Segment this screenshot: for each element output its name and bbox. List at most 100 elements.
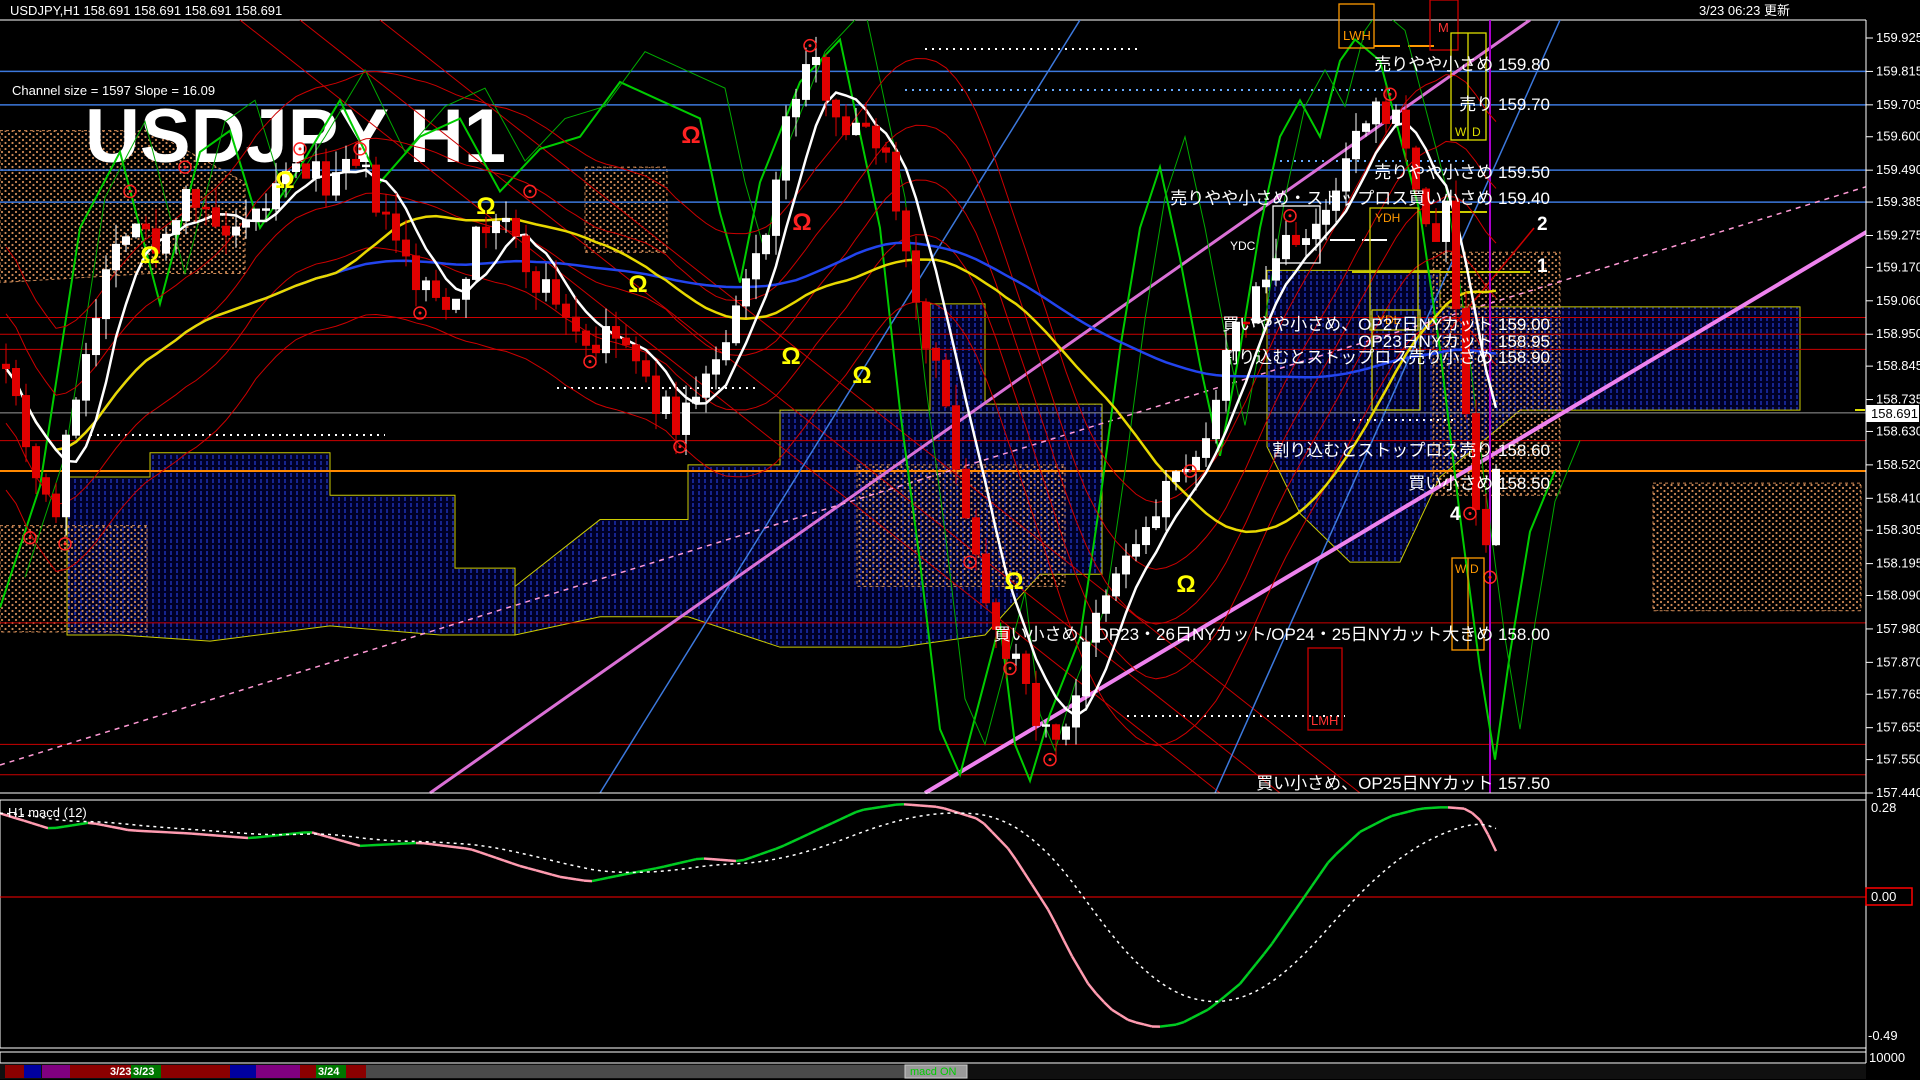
candle-body [743,279,750,306]
period-segment[interactable] [256,1065,300,1078]
omega-signal-icon: Ω [852,362,871,389]
macd-line-segment [912,805,920,806]
macd-toggle-label[interactable]: macd ON [910,1066,957,1078]
candle-body [373,165,380,212]
candle-body [1053,725,1060,739]
candle-body [1213,400,1220,438]
candle-body [533,272,540,293]
omega-signal-icon-red: Ω [792,209,811,236]
macd-line-segment [1160,1026,1168,1027]
entry-ring-dot [1469,512,1472,515]
candle-body [63,435,70,517]
macd-line-segment [96,824,104,826]
candle-body [823,57,830,100]
candle-body [523,236,530,272]
axis-tick-label: 157.655 [1876,720,1920,735]
candle-body [643,361,650,376]
candle-body [423,281,430,290]
macd-line-segment [64,825,72,826]
candle-body [1063,727,1070,739]
macd-line-segment [568,878,576,879]
candle-body [193,190,200,208]
candle-body [233,227,240,235]
macd-line-segment [584,881,592,882]
period-segment[interactable] [366,1065,967,1078]
candle-body [583,331,590,345]
macd-line-segment [80,823,88,824]
candle-body [503,218,510,221]
entry-ring-dot [359,147,362,150]
macd-line-segment [120,828,128,830]
candle-body [463,279,470,299]
candle-body [443,297,450,309]
candle-body [33,447,40,478]
candle-body [1383,102,1390,123]
candle-body [653,376,660,413]
candle-body [113,244,120,269]
candle-body [953,406,960,469]
candle-body [123,237,130,245]
entry-ring-dot [419,311,422,314]
candle-body [1293,235,1300,244]
macd-line-segment [200,834,208,835]
date-label: 3/23 [110,1066,131,1078]
period-segment[interactable] [230,1065,256,1078]
chart-canvas[interactable]: USDJPY,H1 158.691 158.691 158.691 158.69… [0,0,1920,1080]
macd-line-segment [104,825,112,827]
candle-body [1133,545,1140,557]
chart-tag-label: LWH [1343,28,1371,43]
candle-body [873,126,880,148]
candle-body [803,65,810,100]
period-segment[interactable] [24,1065,41,1078]
candle-body [913,251,920,302]
candle-body [1203,439,1210,458]
candle-body [1083,642,1090,696]
macd-line-segment [1416,808,1424,809]
period-segment[interactable] [42,1065,70,1078]
macd-line-segment [1456,808,1464,809]
candle-body [793,99,800,116]
candle-body [813,57,820,64]
candle-body [1103,596,1110,613]
candle-body [203,207,210,209]
candle-body [363,165,370,167]
candle-body [1353,131,1360,158]
chart-tag-label: W [1455,562,1467,576]
period-bar[interactable]: 3/233/233/24 macd ON [0,1064,1866,1079]
candle-body [773,180,780,235]
macd-line-segment [456,847,464,848]
entry-ring-dot [969,561,972,564]
chart-tag-label: 4 [1450,504,1461,525]
macd-line-segment [56,827,64,828]
candle-body [723,343,730,360]
period-segment[interactable] [5,1065,24,1078]
order-note: 割り込むとストップロス売り小さめ 158.90 [1221,348,1550,367]
macd-line-segment [192,834,200,835]
macd-pane[interactable]: H1 macd (12) [0,800,1866,1048]
macd-line-segment [704,859,712,860]
entry-ring-dot [1189,469,1192,472]
candle-body [673,397,680,434]
macd-axis-min: -0.49 [1868,1028,1898,1043]
entry-ring-dot [589,360,592,363]
macd-line-segment [920,806,928,807]
candle-body [483,227,490,232]
macd-line-segment [656,867,664,869]
order-note: 買い小さめ、OP23・26日NYカット/OP24・25日NYカット大きめ 158… [994,625,1550,644]
macd-line-segment [600,878,608,880]
chart-tag-label: LMH [1311,713,1338,728]
candle-body [753,254,760,279]
candle-body [1033,683,1040,725]
axis-tick-label: 157.550 [1876,752,1920,767]
axis-tick-label: 159.705 [1876,97,1920,112]
candle-body [1453,201,1460,309]
chart-tag-label: W [1455,125,1467,139]
candle-body [833,100,840,117]
macd-line-segment [440,845,448,846]
omega-signal-icon: Ω [476,193,495,220]
title-bar: USDJPY,H1 158.691 158.691 158.691 158.69… [0,3,1920,20]
omega-signal-icon: Ω [628,271,647,298]
order-note: 売りやや小さめ 159.50 [1374,163,1550,182]
candle-body [883,148,890,152]
candle-body [493,222,500,233]
